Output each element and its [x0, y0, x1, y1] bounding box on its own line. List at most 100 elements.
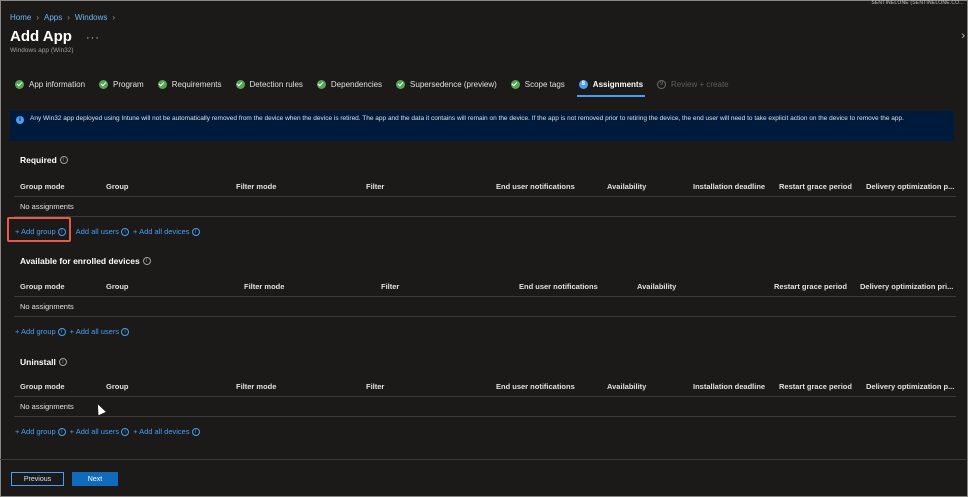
column-header[interactable]: Installation deadline — [693, 182, 765, 191]
column-header[interactable]: Filter mode — [244, 282, 284, 291]
step-label: Requirements — [171, 79, 222, 89]
help-icon[interactable]: i — [58, 358, 67, 366]
step-requirements[interactable]: Requirements — [157, 77, 222, 91]
previous-button[interactable]: Previous — [11, 472, 64, 486]
uninstall-actions: + Add group i + Add all users i + Add all … — [15, 427, 200, 436]
column-header[interactable]: Restart grace period — [779, 382, 852, 391]
next-button[interactable]: Next — [72, 472, 118, 486]
table-row-empty: No assignments — [14, 297, 956, 317]
breadcrumb-windows[interactable]: Windows — [75, 13, 107, 22]
step-label: App information — [29, 79, 86, 89]
add-all-users-link[interactable]: Add all users i — [76, 227, 130, 236]
help-icon[interactable]: i — [57, 327, 66, 336]
more-options-icon[interactable]: ··· — [86, 32, 100, 44]
column-header[interactable]: Restart grace period — [774, 282, 847, 291]
section-title-text: Required — [20, 155, 57, 165]
section-uninstall-title: Uninstall i — [20, 357, 67, 367]
column-header[interactable]: Group mode — [20, 282, 65, 291]
step-app-information[interactable]: App information — [15, 77, 85, 91]
step-supersedence[interactable]: Supersedence (preview) — [396, 77, 497, 91]
step-label: Assignments — [592, 79, 644, 89]
help-icon[interactable]: i — [59, 156, 68, 164]
required-table: Group mode Group Filter mode Filter End … — [14, 176, 956, 217]
section-title-text: Uninstall — [20, 357, 56, 367]
add-group-link[interactable]: + Add group i — [15, 427, 66, 436]
column-header[interactable]: End user notifications — [519, 282, 598, 291]
add-all-devices-link[interactable]: + Add all devices i — [133, 227, 200, 236]
column-header[interactable]: Filter mode — [236, 182, 276, 191]
add-all-users-link[interactable]: + Add all users i — [70, 327, 130, 336]
breadcrumb-home[interactable]: Home — [10, 13, 31, 22]
info-icon: i — [16, 116, 24, 124]
step-dependencies[interactable]: Dependencies — [316, 77, 383, 91]
add-all-users-link[interactable]: + Add all users i — [69, 427, 130, 436]
table-row-empty: No assignments — [14, 197, 956, 217]
step-assignments[interactable]: 8 Assignments — [576, 77, 646, 97]
column-header[interactable]: Filter mode — [236, 382, 276, 391]
column-header[interactable]: Filter — [381, 282, 399, 291]
link-label: + Add all devices — [133, 427, 190, 436]
step-program[interactable]: Program — [99, 77, 144, 91]
column-header[interactable]: End user notifications — [496, 382, 575, 391]
checkmark-icon — [316, 79, 326, 89]
column-header[interactable]: Delivery optimization p... — [866, 382, 954, 391]
column-header[interactable]: Delivery optimization pri... — [860, 282, 953, 291]
column-header[interactable]: Availability — [607, 382, 646, 391]
column-header[interactable]: Group mode — [20, 382, 65, 391]
column-header[interactable]: Restart grace period — [779, 182, 852, 191]
help-icon[interactable]: i — [142, 257, 151, 265]
help-icon[interactable]: i — [57, 427, 66, 436]
help-icon[interactable]: i — [121, 227, 130, 236]
link-label: + Add group — [15, 427, 56, 436]
link-label: + Add all devices — [133, 227, 190, 236]
step-number-badge: 9 — [657, 79, 667, 89]
add-all-devices-link[interactable]: + Add all devices i — [133, 427, 200, 436]
table-header: Group mode Group Filter mode Filter End … — [14, 276, 956, 297]
chevron-right-icon: › — [36, 13, 40, 22]
account-label[interactable]: SENTINELONE (SENTINELONE.CO... — [871, 0, 964, 6]
step-label: Scope tags — [524, 79, 565, 89]
help-icon[interactable]: i — [191, 227, 200, 236]
column-header[interactable]: Group — [106, 182, 129, 191]
column-header[interactable]: Group mode — [20, 182, 65, 191]
info-text: Any Win32 app deployed using Intune will… — [30, 115, 904, 122]
column-header[interactable]: Installation deadline — [693, 382, 765, 391]
title-row: Add App ··· — [10, 28, 100, 45]
available-table: Group mode Group Filter mode Filter End … — [14, 276, 956, 317]
breadcrumb-apps[interactable]: Apps — [44, 13, 62, 22]
column-header[interactable]: Filter — [366, 182, 384, 191]
footer-divider — [0, 459, 966, 460]
help-icon[interactable]: i — [121, 327, 130, 336]
chevron-right-icon: › — [67, 13, 70, 22]
help-icon[interactable]: i — [121, 427, 130, 436]
link-label: + Add all users — [69, 427, 120, 436]
window-frame — [0, 0, 968, 497]
add-group-link[interactable]: + Add group i — [15, 327, 66, 336]
table-header: Group mode Group Filter mode Filter End … — [14, 176, 956, 197]
column-header[interactable]: End user notifications — [496, 182, 575, 191]
breadcrumb: Home › Apps › Windows › — [10, 13, 115, 22]
step-detection-rules[interactable]: Detection rules — [235, 77, 303, 91]
chevron-right-icon: › — [112, 13, 116, 22]
page-title: Add App — [10, 28, 72, 45]
help-icon[interactable]: i — [191, 427, 200, 436]
collapse-chevron-icon[interactable]: › — [961, 30, 965, 42]
section-required-title: Required i — [20, 155, 68, 165]
highlight-annotation-box — [7, 217, 71, 242]
step-review-create[interactable]: 9 Review + create — [657, 77, 729, 91]
column-header[interactable]: Availability — [607, 182, 646, 191]
step-label: Dependencies — [330, 79, 383, 89]
section-title-text: Available for enrolled devices — [20, 256, 140, 266]
step-label: Program — [113, 79, 144, 89]
column-header[interactable]: Filter — [366, 382, 384, 391]
step-scope-tags[interactable]: Scope tags — [510, 77, 565, 91]
column-header[interactable]: Group — [106, 382, 129, 391]
column-header[interactable]: Availability — [637, 282, 676, 291]
checkmark-icon — [510, 79, 520, 89]
checkmark-icon — [15, 79, 24, 89]
column-header[interactable]: Group — [106, 282, 129, 291]
step-label: Review + create — [671, 79, 729, 89]
checkmark-icon — [235, 79, 245, 89]
step-number-badge: 8 — [578, 79, 588, 89]
column-header[interactable]: Delivery optimization p... — [866, 182, 954, 191]
